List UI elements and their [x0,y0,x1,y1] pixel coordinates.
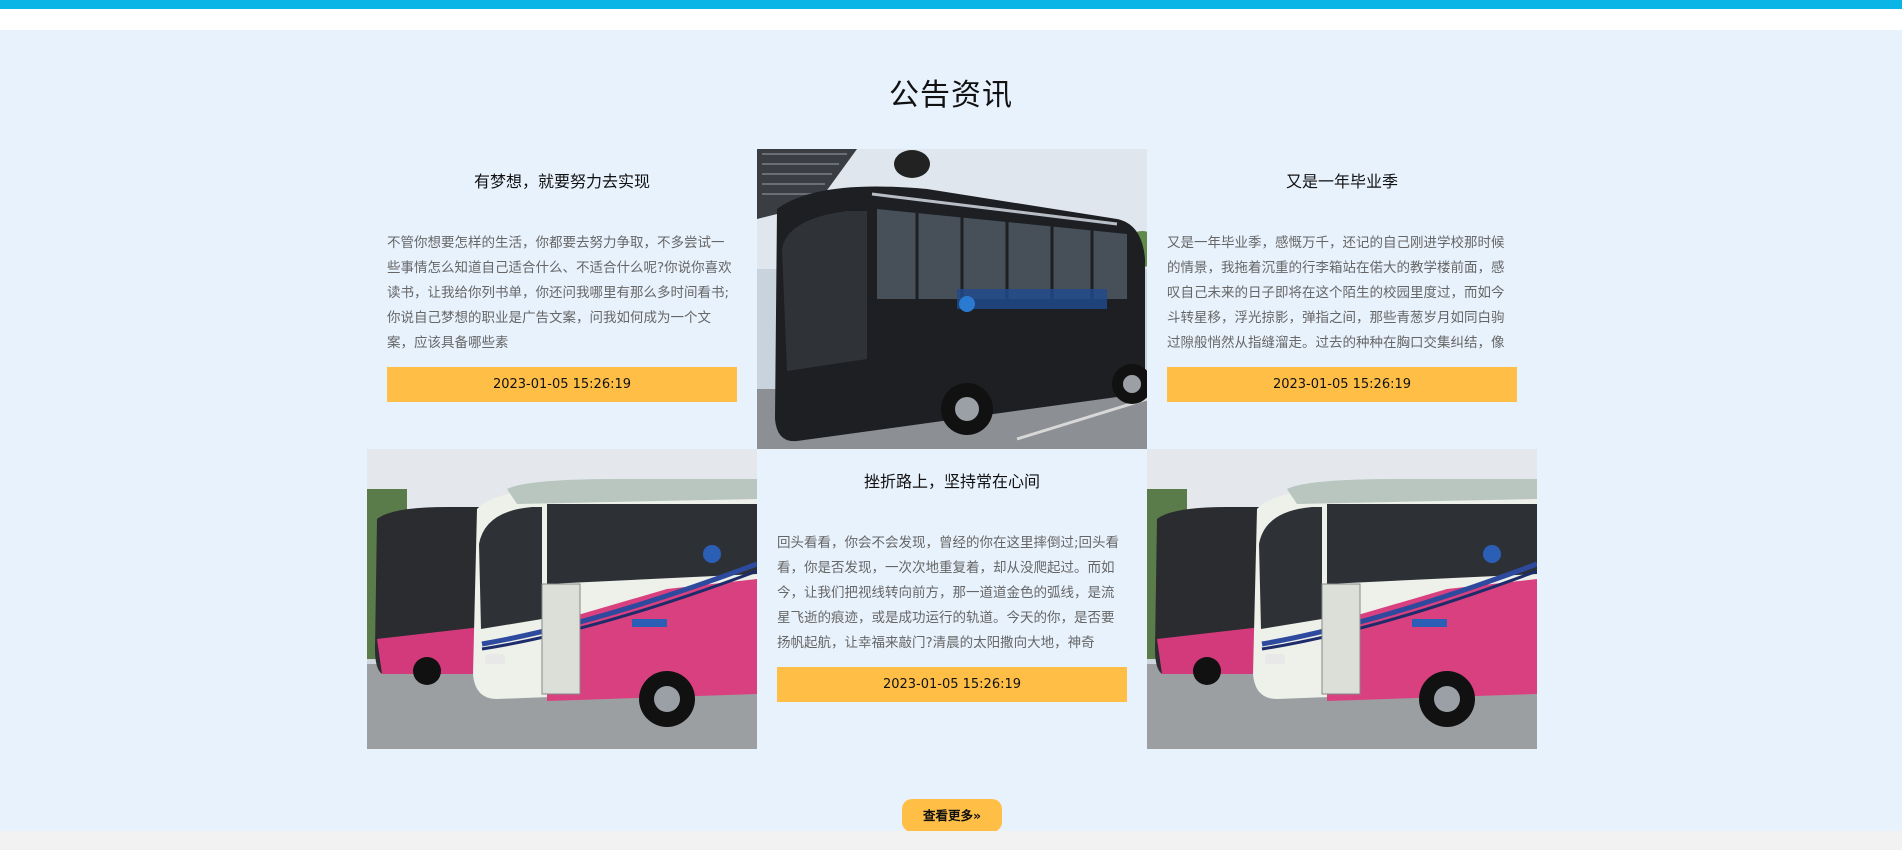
news-card[interactable]: 挫折路上，坚持常在心间 回头看看，你会不会发现，曾经的你在这里摔倒过;回头看看，… [757,449,1147,749]
pink-coach-bus-photo[interactable] [367,449,757,749]
news-card[interactable]: 又是一年毕业季 又是一年毕业季，感慨万千，还记的自己刚进学校那时候的情景，我拖着… [1147,149,1537,449]
news-card-excerpt: 回头看看，你会不会发现，曾经的你在这里摔倒过;回头看看，你是否发现，一次次地重复… [777,535,1120,651]
view-more-button[interactable]: 查看更多» [902,799,1002,832]
news-card-title[interactable]: 有梦想，就要努力去实现 [387,171,737,193]
header-spacer [0,9,1902,30]
news-section: 公告资讯 有梦想，就要努力去实现 不管你想要怎样的生活，你都要去努力争取，不多尝… [0,30,1902,832]
news-card[interactable]: 有梦想，就要努力去实现 不管你想要怎样的生活，你都要去努力争取，不多尝试一些事情… [367,149,757,449]
top-accent-bar [0,0,1902,9]
black-coach-bus-photo[interactable] [757,149,1147,449]
news-card-excerpt: 又是一年毕业季，感慨万千，还记的自己刚进学校那时候的情景，我拖着沉重的行李箱站在… [1167,235,1505,351]
news-card-date: 2023-01-05 15:26:19 [387,367,737,402]
double-chevron-right-icon: » [972,808,982,823]
view-more-label: 查看更多 [922,808,973,823]
news-card-title[interactable]: 挫折路上，坚持常在心间 [777,471,1127,493]
pink-coach-bus-photo[interactable] [1147,449,1537,749]
news-card-date: 2023-01-05 15:26:19 [1167,367,1517,402]
news-card-excerpt: 不管你想要怎样的生活，你都要去努力争取，不多尝试一些事情怎么知道自己适合什么、不… [387,235,732,351]
footer-spacer [0,831,1902,850]
news-card-title[interactable]: 又是一年毕业季 [1167,171,1517,193]
section-title: 公告资讯 [889,78,1013,113]
news-card-date: 2023-01-05 15:26:19 [777,667,1127,702]
